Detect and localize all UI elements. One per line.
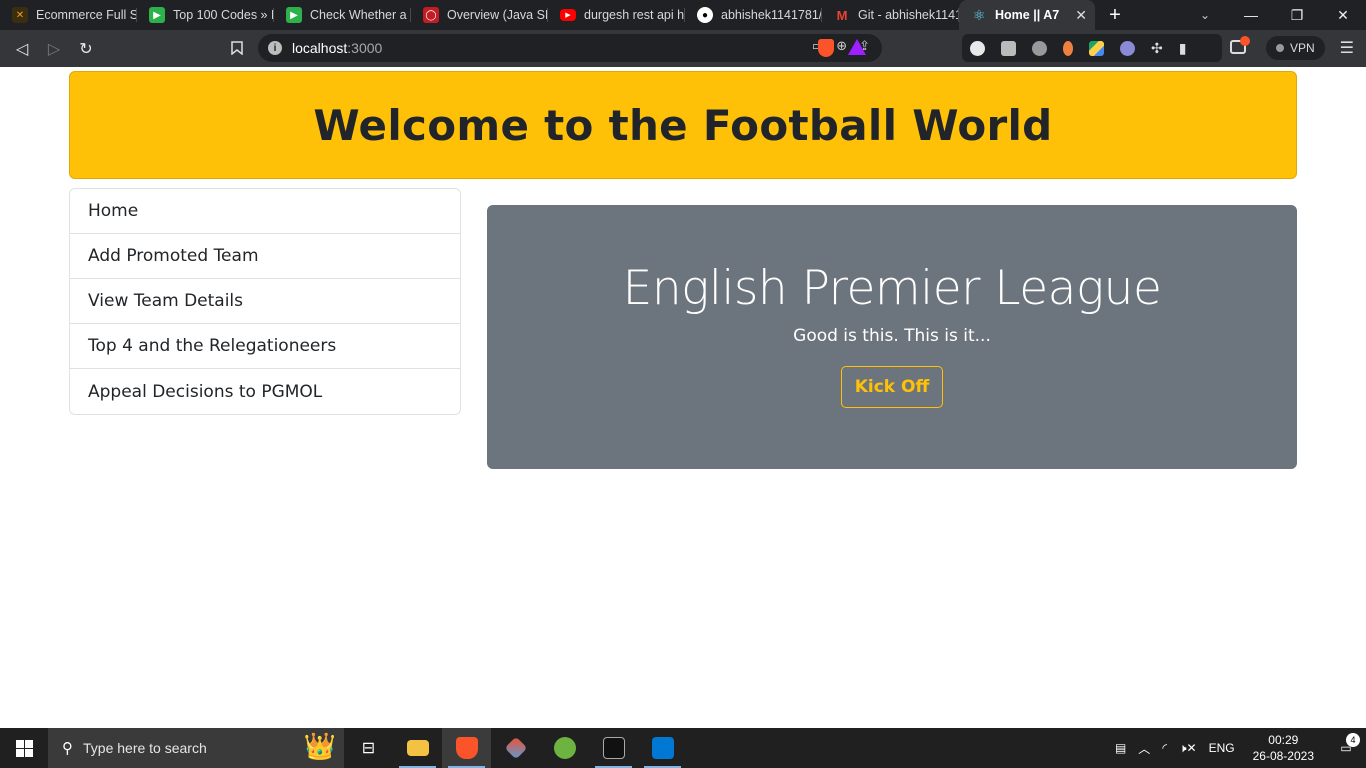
- browser-tab[interactable]: ● abhishek1141781/l: [685, 0, 822, 30]
- back-icon[interactable]: ◁: [6, 34, 38, 64]
- file-explorer-icon[interactable]: [393, 728, 442, 768]
- new-tab-button[interactable]: +: [1095, 0, 1135, 30]
- github-icon: ●: [697, 7, 713, 23]
- page-title: Welcome to the Football World: [313, 100, 1053, 150]
- language-indicator[interactable]: ENG: [1203, 741, 1241, 755]
- search-icon: ⚲: [62, 740, 73, 757]
- cloud-extension-icon[interactable]: [970, 40, 985, 56]
- restore-icon[interactable]: ❐: [1274, 0, 1320, 30]
- brave-browser-icon[interactable]: [442, 728, 491, 768]
- youtube-icon: ▶: [560, 9, 576, 21]
- wallet-icon[interactable]: [1230, 36, 1250, 54]
- git-tool-icon[interactable]: [491, 728, 540, 768]
- hero-panel: English Premier League Good is this. Thi…: [487, 205, 1297, 469]
- nav-item-view-team-details[interactable]: View Team Details: [70, 279, 460, 324]
- tab-title: Top 100 Codes » Pl: [173, 8, 273, 22]
- address-bar[interactable]: i localhost:3000 ▭ ⊕ ⇪: [258, 34, 882, 62]
- tab-title: durgesh rest api hi: [584, 8, 684, 22]
- welcome-banner: Welcome to the Football World: [69, 71, 1297, 179]
- ecommerce-logo-icon: ✕: [12, 7, 28, 23]
- spring-tool-icon[interactable]: [540, 728, 589, 768]
- browser-tab[interactable]: ✕ Ecommerce Full Sta: [0, 0, 137, 30]
- side-navigation: Home Add Promoted Team View Team Details…: [69, 188, 461, 415]
- search-placeholder: Type here to search: [83, 740, 207, 756]
- close-tab-icon[interactable]: ✕: [1075, 7, 1087, 24]
- tab-title: Git - abhishek1141: [858, 8, 958, 22]
- brave-shield-icon[interactable]: [818, 39, 834, 57]
- search-highlight-crown-icon: 👑: [303, 731, 336, 761]
- browser-tab[interactable]: ▶ Check Whether a N: [274, 0, 411, 30]
- clock[interactable]: 00:29 26-08-2023: [1241, 732, 1326, 764]
- windows-taskbar: ⚲ Type here to search 👑 ⊟ ▤ ︿ ◜ 🕨✕ ENG 0…: [0, 728, 1366, 768]
- task-view-icon[interactable]: ⊟: [344, 728, 393, 768]
- vscode-icon[interactable]: [638, 728, 687, 768]
- nav-item-appeal-decisions[interactable]: Appeal Decisions to PGMOL: [70, 369, 460, 414]
- wifi-icon[interactable]: ◜: [1156, 741, 1173, 755]
- site-info-icon[interactable]: i: [268, 41, 282, 55]
- brave-shields-area: [818, 39, 866, 57]
- start-button[interactable]: [0, 728, 48, 768]
- browser-tab-strip: ✕ Ecommerce Full Sta ▶ Top 100 Codes » P…: [0, 0, 1366, 30]
- volume-muted-icon[interactable]: 🕨✕: [1173, 741, 1203, 756]
- oracle-icon: ◯: [423, 7, 439, 23]
- kick-off-button[interactable]: Kick Off: [840, 366, 944, 408]
- browser-tab[interactable]: ▶ Top 100 Codes » Pl: [137, 0, 274, 30]
- forward-icon[interactable]: ▷: [38, 34, 70, 64]
- tab-title: Home || A7: [995, 8, 1060, 22]
- minimize-icon[interactable]: —: [1228, 0, 1274, 30]
- gmail-icon: M: [836, 7, 848, 23]
- clock-time: 00:29: [1268, 733, 1299, 747]
- extension-icon[interactable]: [1120, 40, 1135, 56]
- notification-count-badge: 4: [1346, 733, 1360, 747]
- hexagon-icon: ▶: [286, 7, 302, 23]
- news-widget-icon[interactable]: ▤: [1109, 741, 1132, 755]
- browser-tab[interactable]: ◯ Overview (Java SE: [411, 0, 548, 30]
- hexagon-icon: ▶: [149, 7, 165, 23]
- react-icon: ⚛: [972, 6, 986, 23]
- nav-item-top4-relegation[interactable]: Top 4 and the Relegationeers: [70, 324, 460, 369]
- tab-search-chevron-icon[interactable]: ⌄: [1190, 0, 1220, 30]
- browser-tab[interactable]: M Git - abhishek1141: [822, 0, 959, 30]
- system-tray: ▤ ︿ ◜ 🕨✕ ENG 00:29 26-08-2023 ▭ 4: [1109, 728, 1366, 768]
- tray-chevron-up-icon[interactable]: ︿: [1132, 740, 1156, 757]
- reload-icon[interactable]: ↻: [70, 34, 102, 64]
- puzzle-icon[interactable]: ✣: [1151, 40, 1163, 57]
- tab-title: abhishek1141781/l: [721, 8, 821, 22]
- tab-title: Check Whether a N: [310, 8, 410, 22]
- brave-rewards-icon[interactable]: [848, 39, 866, 55]
- nav-item-add-promoted-team[interactable]: Add Promoted Team: [70, 234, 460, 279]
- sidebar-icon[interactable]: ▮: [1179, 40, 1187, 57]
- tab-title: Overview (Java SE: [447, 8, 547, 22]
- url-port: :3000: [347, 40, 383, 56]
- hero-subtitle: Good is this. This is it...: [793, 326, 991, 346]
- terminal-icon[interactable]: [589, 728, 638, 768]
- browser-tab-active[interactable]: ⚛ Home || A7 ✕: [959, 0, 1095, 30]
- url-host: localhost: [292, 40, 348, 56]
- window-controls: — ❐ ✕: [1228, 0, 1366, 30]
- extensions-area: ✣ ▮: [962, 34, 1222, 62]
- extension-icon[interactable]: [1063, 40, 1073, 56]
- google-drive-icon[interactable]: [1089, 40, 1104, 56]
- browser-tab[interactable]: ▶ durgesh rest api hi: [548, 0, 685, 30]
- close-window-icon[interactable]: ✕: [1320, 0, 1366, 30]
- clock-date: 26-08-2023: [1252, 749, 1314, 763]
- nav-item-home[interactable]: Home: [70, 189, 460, 234]
- vpn-button[interactable]: VPN: [1266, 36, 1325, 60]
- notification-center-button[interactable]: ▭ 4: [1326, 733, 1366, 755]
- vpn-label: VPN: [1290, 41, 1315, 55]
- tab-title: Ecommerce Full Sta: [36, 8, 136, 22]
- hero-title: English Premier League: [622, 261, 1162, 316]
- extension-icon[interactable]: [1032, 40, 1047, 56]
- vpn-status-dot: [1276, 44, 1284, 52]
- menu-icon[interactable]: ☰: [1340, 38, 1354, 58]
- taskbar-search[interactable]: ⚲ Type here to search 👑: [48, 728, 344, 768]
- bookmark-icon[interactable]: [224, 34, 250, 62]
- extension-icon[interactable]: [1001, 40, 1016, 56]
- windows-logo-icon: [15, 739, 33, 757]
- web-page: Welcome to the Football World Home Add P…: [0, 67, 1366, 728]
